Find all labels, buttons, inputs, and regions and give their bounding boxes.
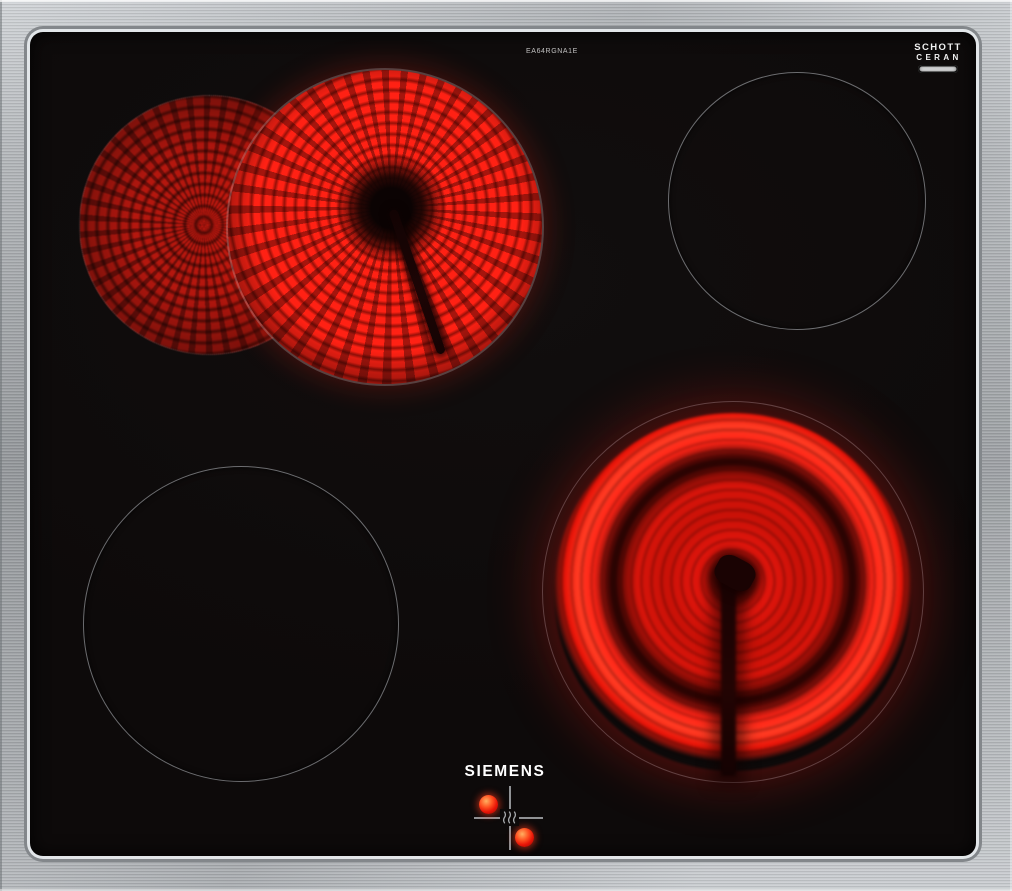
hot-dot-front-right	[515, 828, 534, 847]
model-code-text: EA64RGNA1E	[526, 48, 578, 55]
hot-dot-rear-left	[479, 795, 498, 814]
residual-heat-icon	[500, 809, 519, 826]
ceran-registration-badge	[918, 65, 958, 73]
zone-front-right-glowing	[542, 401, 924, 783]
ceran-text: CERAN	[916, 53, 962, 62]
hob-product-photo: EA64RGNA1E SCHOTT CERAN SIEMENS	[0, 0, 1012, 891]
schott-text: SCHOTT	[914, 42, 962, 53]
zone-rear-left-main-glowing	[228, 70, 542, 384]
temperature-sensor-rod	[388, 208, 447, 356]
ceramic-glass-surface: EA64RGNA1E SCHOTT CERAN SIEMENS	[30, 32, 976, 856]
zone-front-left-off	[83, 466, 399, 782]
siemens-logo: SIEMENS	[464, 763, 546, 780]
zone-rear-right-off	[668, 72, 926, 330]
heater-terminal-rod	[721, 580, 736, 776]
schott-ceran-logo: SCHOTT CERAN	[907, 43, 969, 73]
